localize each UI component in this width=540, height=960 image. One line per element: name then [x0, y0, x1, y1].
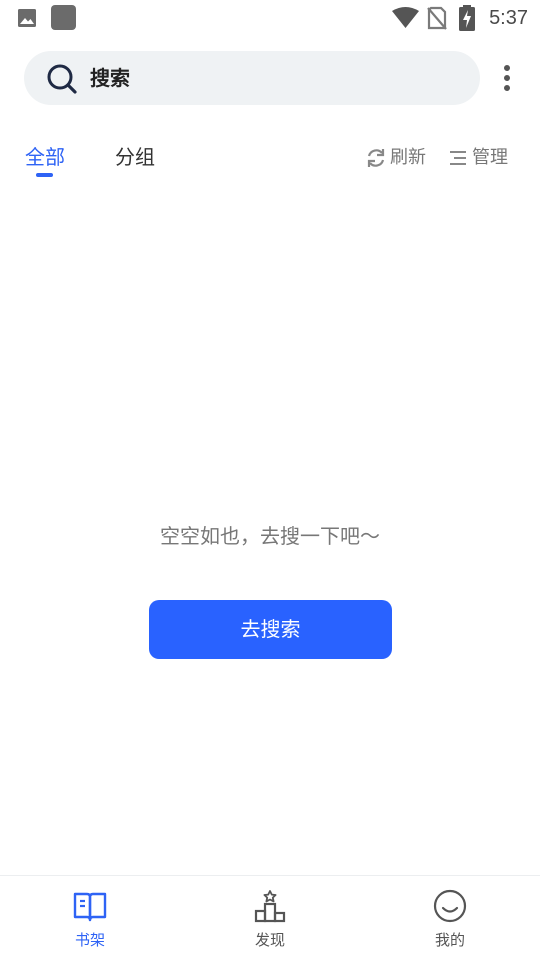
- manage-lines-icon: [448, 150, 468, 170]
- refresh-button[interactable]: 刷新: [366, 144, 430, 172]
- profile-smile-icon: [433, 889, 467, 923]
- more-vertical-icon: [504, 65, 510, 71]
- discover-icon: [253, 889, 287, 923]
- nav-item-bookshelf[interactable]: 书架: [30, 876, 150, 960]
- nav-label-bookshelf: 书架: [74, 931, 105, 949]
- wifi-icon: [392, 7, 419, 33]
- nav-label-discover: 发现: [254, 931, 285, 949]
- manage-label: 管理: [472, 147, 508, 168]
- app-icon: [51, 5, 76, 34]
- manage-button[interactable]: 管理: [448, 144, 512, 172]
- active-tab-indicator: [36, 173, 53, 177]
- nav-item-profile[interactable]: 我的: [390, 876, 510, 960]
- search-icon: [46, 63, 78, 95]
- bookshelf-icon: [73, 889, 107, 923]
- refresh-label: 刷新: [390, 147, 426, 168]
- empty-state-message: 空空如也，去搜一下吧～: [160, 524, 380, 548]
- nav-label-profile: 我的: [434, 931, 465, 949]
- bookshelf-screen: 5:37 搜索 全部 分组 刷新 管理 空空如也，去搜一下吧～ 去搜索 书架 发…: [0, 0, 540, 960]
- more-menu-button[interactable]: [496, 62, 518, 94]
- clock-time: 5:37: [489, 7, 528, 29]
- search-placeholder: 搜索: [90, 66, 130, 90]
- battery-charging-icon: [458, 5, 476, 35]
- search-bar[interactable]: 搜索: [24, 51, 480, 105]
- tab-group[interactable]: 分组: [115, 143, 155, 171]
- image-icon: [17, 8, 37, 32]
- go-search-button[interactable]: 去搜索: [149, 600, 392, 659]
- nav-item-discover[interactable]: 发现: [210, 876, 330, 960]
- status-bar: 5:37: [0, 0, 540, 36]
- refresh-icon: [366, 147, 386, 173]
- no-sim-icon: [427, 6, 447, 34]
- tab-all[interactable]: 全部: [25, 143, 65, 171]
- bottom-navigation: 书架 发现 我的: [0, 875, 540, 960]
